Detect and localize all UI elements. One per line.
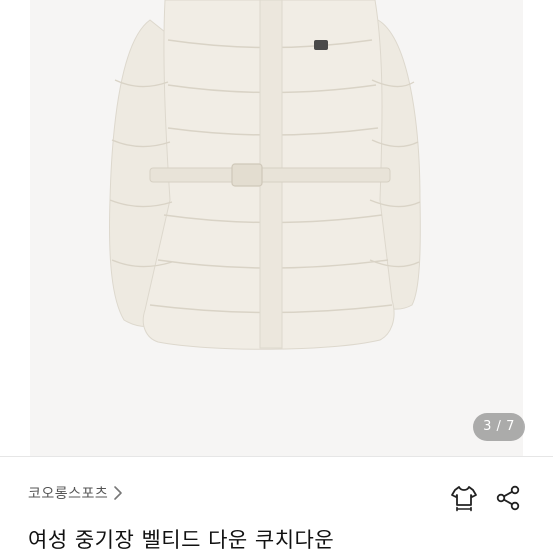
section-divider xyxy=(0,456,553,457)
product-photo xyxy=(109,0,421,350)
chevron-right-icon xyxy=(114,486,123,500)
brand-link[interactable]: 코오롱스포츠 xyxy=(28,483,125,503)
product-image-gallery[interactable]: 3 / 7 xyxy=(0,0,553,456)
share-icon[interactable] xyxy=(492,482,524,514)
image-counter: 3 / 7 xyxy=(473,413,525,441)
brand-name: 코오롱스포츠 xyxy=(28,486,109,502)
product-title: 여성 중기장 벨티드 다운 쿠치다운 xyxy=(28,528,335,552)
shirt-size-icon[interactable] xyxy=(448,482,480,514)
